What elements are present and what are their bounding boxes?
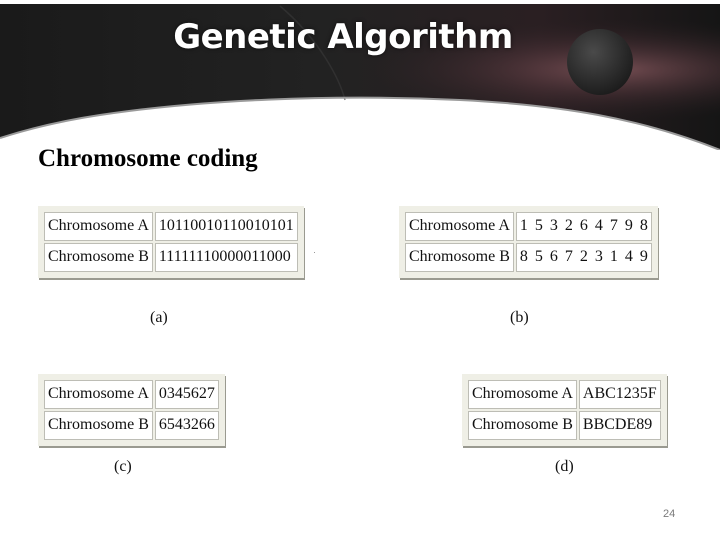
row-value: BBCDE89 [578, 411, 661, 440]
title-banner: Genetic Algorithm [0, 0, 720, 150]
caption-c: (c) [114, 458, 132, 475]
table-row: Chromosome A ABC1235F [468, 380, 661, 409]
caption-d: (d) [555, 458, 574, 475]
slide-title: Genetic Algorithm [173, 17, 513, 57]
chromosome-table-c: Chromosome A 0345627 Chromosome B 654326… [38, 374, 225, 446]
stray-dot [314, 252, 315, 253]
row-label: Chromosome A [405, 212, 514, 241]
table-row: Chromosome B BBCDE89 [468, 411, 661, 440]
page-number: 24 [663, 508, 676, 520]
section-heading: Chromosome coding [38, 145, 258, 172]
row-value: 6543266 [154, 411, 219, 440]
table-row: Chromosome B 8 5 6 7 2 3 1 4 9 [405, 243, 652, 272]
row-label: Chromosome A [44, 380, 153, 409]
row-value: 8 5 6 7 2 3 1 4 9 [515, 243, 652, 272]
caption-b: (b) [510, 309, 529, 326]
table-row: Chromosome B 6543266 [44, 411, 219, 440]
row-label: Chromosome B [468, 411, 577, 440]
caption-a: (a) [150, 309, 168, 326]
table-row: Chromosome A 1 5 3 2 6 4 7 9 8 [405, 212, 652, 241]
chromosome-table-b: Chromosome A 1 5 3 2 6 4 7 9 8 Chromosom… [399, 206, 658, 278]
chromosome-table-d: Chromosome A ABC1235F Chromosome B BBCDE… [462, 374, 667, 446]
row-value: 0345627 [154, 380, 219, 409]
row-label: Chromosome B [405, 243, 514, 272]
row-label: Chromosome A [468, 380, 577, 409]
row-value: ABC1235F [578, 380, 661, 409]
table-row: Chromosome A 1011001011001010​1 [44, 212, 298, 241]
row-label: Chromosome B [44, 243, 153, 272]
table-row: Chromosome A 0345627 [44, 380, 219, 409]
table-row: Chromosome B 1111111000001100​0 [44, 243, 298, 272]
row-value: 1 5 3 2 6 4 7 9 8 [515, 212, 652, 241]
row-label: Chromosome B [44, 411, 153, 440]
row-value: 1111111000001100​0 [154, 243, 298, 272]
row-label: Chromosome A [44, 212, 153, 241]
chromosome-table-a: Chromosome A 1011001011001010​1 Chromoso… [38, 206, 304, 278]
row-value: 1011001011001010​1 [154, 212, 298, 241]
